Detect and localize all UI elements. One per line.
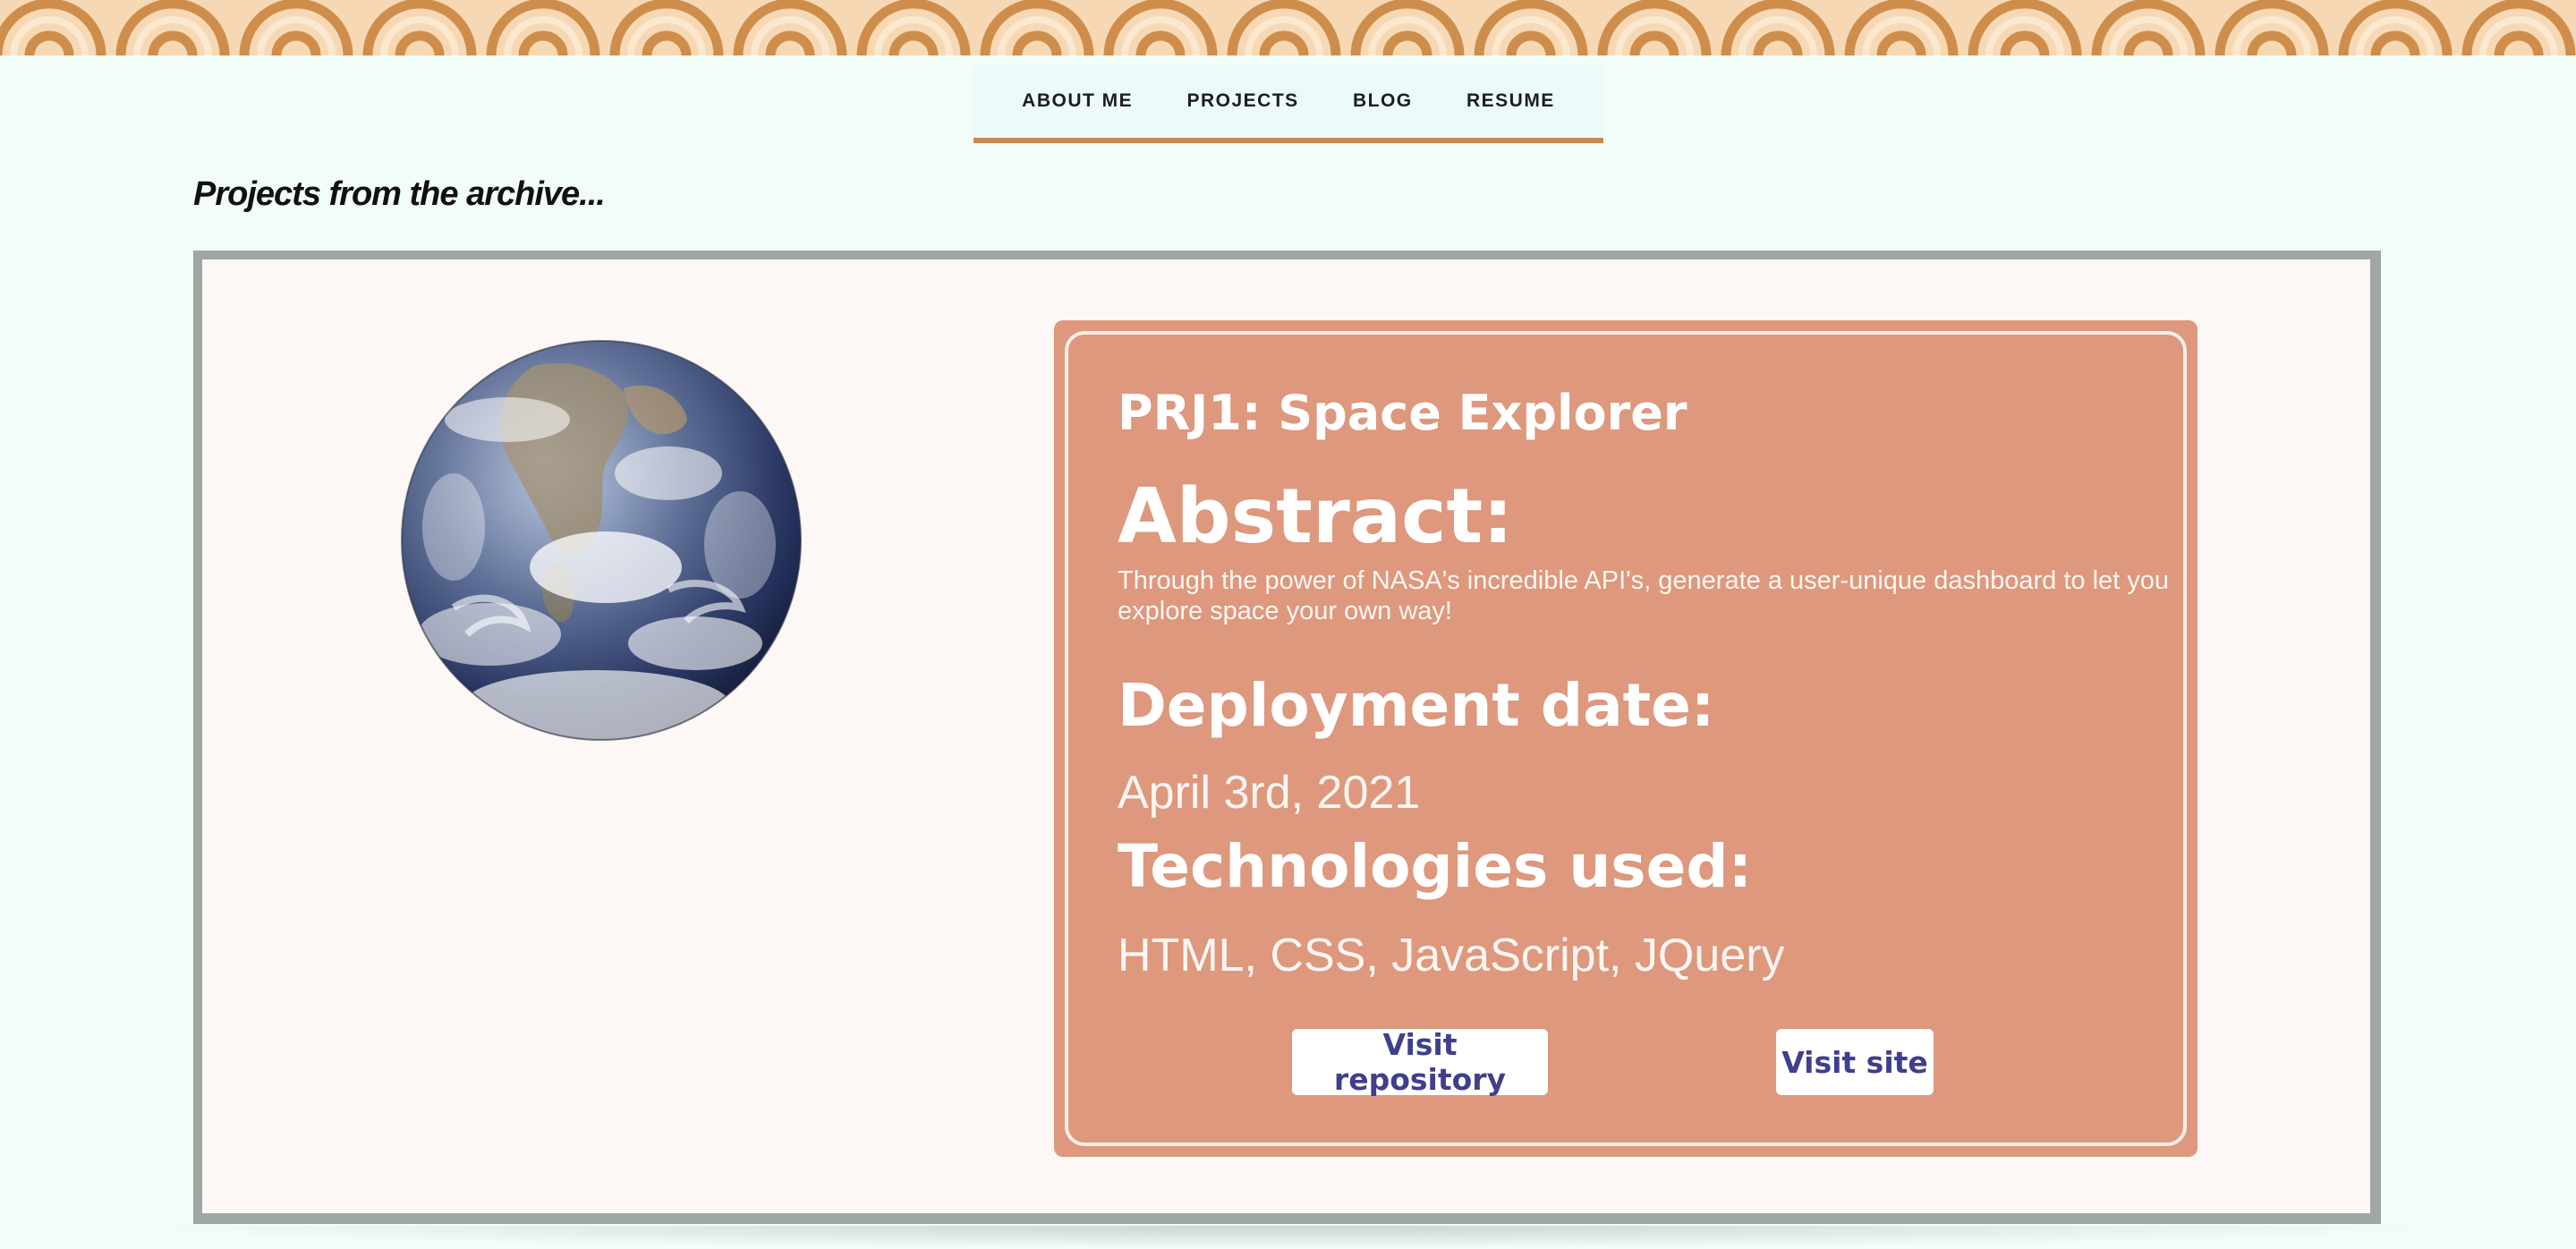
technologies-list: HTML, CSS, JavaScript, JQuery — [1118, 930, 1785, 981]
abstract-heading: Abstract: — [1118, 472, 1514, 561]
technologies-heading: Technologies used: — [1118, 832, 1752, 901]
project-title: PRJ1: Space Explorer — [1118, 385, 1688, 441]
nav-projects[interactable]: PROJECTS — [1186, 90, 1298, 112]
nav-blog[interactable]: BLOG — [1353, 90, 1413, 112]
visit-site-button[interactable]: Visit site — [1776, 1029, 1934, 1095]
nav-about-me[interactable]: ABOUT ME — [1022, 90, 1133, 112]
abstract-text: Through the power of NASA's incredible A… — [1118, 566, 2170, 625]
project-card-inner-border: PRJ1: Space Explorer Abstract: Through t… — [1065, 331, 2187, 1146]
main-nav: ABOUT ME PROJECTS BLOG RESUME — [973, 64, 1603, 143]
visit-repository-button[interactable]: Visit repository — [1292, 1027, 1548, 1097]
page-bottom-shadow — [107, 1226, 2470, 1249]
project-card: PRJ1: Space Explorer Abstract: Through t… — [1054, 320, 2198, 1157]
deployment-heading: Deployment date: — [1118, 671, 1715, 740]
nav-resume[interactable]: RESUME — [1467, 90, 1555, 112]
deployment-date: April 3rd, 2021 — [1118, 767, 1421, 819]
earth-globe-image — [400, 339, 803, 742]
archive-heading: Projects from the archive... — [193, 175, 606, 213]
decorative-wave-border — [0, 0, 2576, 55]
